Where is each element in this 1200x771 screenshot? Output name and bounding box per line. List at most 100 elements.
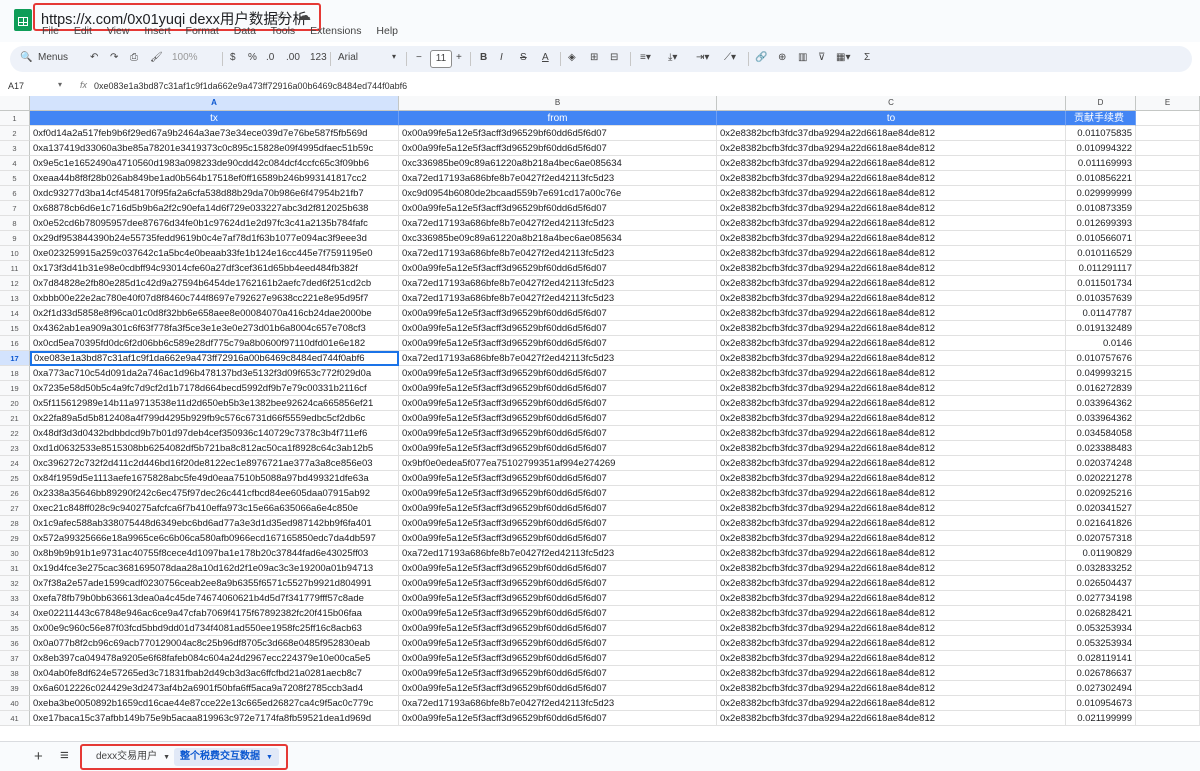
cell[interactable]: 0x2e8382bcfb3fdc37dba9294a22d6618ae84de8…: [717, 651, 1066, 666]
cell[interactable]: 0xa72ed17193a686bfe8b7e0427f2ed42113fc5d…: [399, 546, 717, 561]
cell[interactable]: 0x2e8382bcfb3fdc37dba9294a22d6618ae84de8…: [717, 621, 1066, 636]
cell[interactable]: 0x5f115612989e14b11a9713538e11d2d650eb5b…: [30, 396, 399, 411]
cell[interactable]: 0x00a99fe5a12e5f3acff3d96529bf60dd6d5f6d…: [399, 636, 717, 651]
cell[interactable]: [1136, 576, 1200, 591]
cell[interactable]: 0xbbb00e22e2ac780e40f07d8f8460c744f8697e…: [30, 291, 399, 306]
cell[interactable]: 0x2e8382bcfb3fdc37dba9294a22d6618ae84de8…: [717, 561, 1066, 576]
font-size-input[interactable]: 11: [430, 50, 452, 68]
header-cell[interactable]: tx: [30, 111, 399, 126]
row-header[interactable]: 39: [0, 681, 30, 696]
cell[interactable]: 0xa72ed17193a686bfe8b7e0427f2ed42113fc5d…: [399, 246, 717, 261]
cell[interactable]: 0x2e8382bcfb3fdc37dba9294a22d6618ae84de8…: [717, 636, 1066, 651]
column-header-b[interactable]: B: [399, 96, 717, 110]
cell[interactable]: 0x9e5c1e1652490a4710560d1983a098233de90c…: [30, 156, 399, 171]
row-header[interactable]: 28: [0, 516, 30, 531]
cell[interactable]: 0.010566071: [1066, 231, 1136, 246]
cell[interactable]: 0x19d4fce3e275cac3681695078daa28a10d162d…: [30, 561, 399, 576]
cell[interactable]: [1136, 171, 1200, 186]
spreadsheet-grid[interactable]: 1 tx from to 贡献手续费 2 0xf0d14a2a517feb9b6f29ed6…: [0, 111, 1200, 737]
row-header[interactable]: 27: [0, 501, 30, 516]
formula-input[interactable]: 0xe083e1a3bd87c31af1c9f1da662e9a473ff729…: [94, 81, 407, 91]
cell[interactable]: 0x9bf0e0edea5f077ea75102799351af994e2742…: [399, 456, 717, 471]
menu-view[interactable]: View: [107, 25, 130, 37]
cell[interactable]: 0.026504437: [1066, 576, 1136, 591]
cell[interactable]: 0x2e8382bcfb3fdc37dba9294a22d6618ae84de8…: [717, 396, 1066, 411]
cell[interactable]: 0xa72ed17193a686bfe8b7e0427f2ed42113fc5d…: [399, 216, 717, 231]
cell[interactable]: 0x2e8382bcfb3fdc37dba9294a22d6618ae84de8…: [717, 501, 1066, 516]
menu-file[interactable]: File: [42, 25, 59, 37]
undo-icon[interactable]: ↶: [90, 52, 98, 63]
star-icon[interactable]: ☆: [275, 8, 288, 25]
cell[interactable]: 0.026786637: [1066, 666, 1136, 681]
cell[interactable]: 0xf0d14a2a517feb9b6f29ed67a9b2464a3ae73e…: [30, 126, 399, 141]
row-header[interactable]: 17: [0, 351, 30, 366]
italic-icon[interactable]: I: [500, 52, 503, 63]
row-header[interactable]: 15: [0, 321, 30, 336]
redo-icon[interactable]: ↷: [110, 52, 118, 63]
cell[interactable]: [1136, 546, 1200, 561]
cell[interactable]: 0.020221278: [1066, 471, 1136, 486]
row-header[interactable]: 10: [0, 246, 30, 261]
cell[interactable]: 0.049993215: [1066, 366, 1136, 381]
cell[interactable]: 0x2e8382bcfb3fdc37dba9294a22d6618ae84de8…: [717, 261, 1066, 276]
cell[interactable]: 0.033964362: [1066, 411, 1136, 426]
cell[interactable]: [1136, 336, 1200, 351]
cell[interactable]: 0x04ab0fe8df624e57265ed3c71831fbab2d49cb…: [30, 666, 399, 681]
cell[interactable]: 0xefa78fb79b0bb636613dea0a4c45de74674060…: [30, 591, 399, 606]
cell[interactable]: 0.011075835: [1066, 126, 1136, 141]
sheet-tab-tax-interactions[interactable]: 整个税费交互数据 ▼: [174, 748, 279, 766]
name-box[interactable]: A17: [8, 81, 24, 91]
cell[interactable]: 0xdc93277d3ba14cf4548170f95fa2a6cfa538d8…: [30, 186, 399, 201]
add-sheet-icon[interactable]: +: [34, 748, 43, 765]
name-box-dropdown-icon[interactable]: ▾: [58, 80, 62, 89]
row-header[interactable]: 11: [0, 261, 30, 276]
cell[interactable]: 0x6a6012226c024429e3d2473af4b2a6901f50bf…: [30, 681, 399, 696]
cell[interactable]: 0x4362ab1ea909a301c6f63f778fa3f5ce3e1e3e…: [30, 321, 399, 336]
cell[interactable]: [1136, 561, 1200, 576]
cell[interactable]: 0.028119141: [1066, 651, 1136, 666]
cell[interactable]: 0x00a99fe5a12e5f3acff3d96529bf60dd6d5f6d…: [399, 621, 717, 636]
cell[interactable]: [1136, 441, 1200, 456]
decrease-decimal-button[interactable]: .0: [266, 52, 274, 63]
cell[interactable]: 0x2e8382bcfb3fdc37dba9294a22d6618ae84de8…: [717, 516, 1066, 531]
cell[interactable]: [1136, 306, 1200, 321]
cell[interactable]: 0x2e8382bcfb3fdc37dba9294a22d6618ae84de8…: [717, 216, 1066, 231]
text-rotation-icon[interactable]: ⟋▾: [724, 52, 736, 63]
cell[interactable]: 0x00a99fe5a12e5f3acff3d96529bf60dd6d5f6d…: [399, 711, 717, 726]
cell[interactable]: 0.020374248: [1066, 456, 1136, 471]
cell[interactable]: 0x29df953844390b24e55735fedd9619b0c4e7af…: [30, 231, 399, 246]
cell[interactable]: 0x2e8382bcfb3fdc37dba9294a22d6618ae84de8…: [717, 366, 1066, 381]
cell[interactable]: 0x00a99fe5a12e5f3acff3d96529bf60dd6d5f6d…: [399, 366, 717, 381]
cell[interactable]: 0.034584058: [1066, 426, 1136, 441]
cell[interactable]: 0x2338a35646bb89290f242c6ec475f97dec26c4…: [30, 486, 399, 501]
font-dropdown-icon[interactable]: ▾: [392, 52, 396, 61]
cell[interactable]: 0xc396272c732f2d411c2d446bd16f20de8122ec…: [30, 456, 399, 471]
borders-icon[interactable]: ⊞: [590, 52, 598, 63]
select-all-corner[interactable]: [0, 96, 30, 110]
cell[interactable]: 0x2e8382bcfb3fdc37dba9294a22d6618ae84de8…: [717, 531, 1066, 546]
cell[interactable]: 0x00a99fe5a12e5f3acff3d96529bf60dd6d5f6d…: [399, 141, 717, 156]
cell[interactable]: [1136, 126, 1200, 141]
menu-edit[interactable]: Edit: [74, 25, 92, 37]
cell[interactable]: 0x2f1d33d5858e8f96ca01c0d8f32bb6e658aee8…: [30, 306, 399, 321]
cell[interactable]: 0x22fa89a5d5b812408a4f799d4295b929fb9c57…: [30, 411, 399, 426]
cell[interactable]: 0x00a99fe5a12e5f3acff3d96529bf60dd6d5f6d…: [399, 411, 717, 426]
cell[interactable]: 0x2e8382bcfb3fdc37dba9294a22d6618ae84de8…: [717, 291, 1066, 306]
font-select[interactable]: Arial: [338, 52, 358, 63]
cell[interactable]: 0x00a99fe5a12e5f3acff3d96529bf60dd6d5f6d…: [399, 126, 717, 141]
bold-icon[interactable]: B: [480, 52, 487, 63]
cell[interactable]: [1136, 471, 1200, 486]
sheet-tab-dexx-users[interactable]: dexx交易用户 ▼: [90, 748, 176, 766]
header-cell[interactable]: 贡献手续费: [1066, 111, 1136, 126]
cell[interactable]: 0xa72ed17193a686bfe8b7e0427f2ed42113fc5d…: [399, 351, 717, 366]
cell[interactable]: 0.023388483: [1066, 441, 1136, 456]
cell[interactable]: 0x00a99fe5a12e5f3acff3d96529bf60dd6d5f6d…: [399, 651, 717, 666]
cell[interactable]: 0x00a99fe5a12e5f3acff3d96529bf60dd6d5f6d…: [399, 531, 717, 546]
cell[interactable]: 0x00e9c960c56e87f03fcd5bbd9dd01d734f4081…: [30, 621, 399, 636]
cell[interactable]: [1136, 456, 1200, 471]
menu-insert[interactable]: Insert: [144, 25, 170, 37]
fill-color-icon[interactable]: ◈: [568, 52, 576, 63]
search-menus-label[interactable]: Menus: [38, 52, 68, 63]
cell[interactable]: 0x2e8382bcfb3fdc37dba9294a22d6618ae84de8…: [717, 576, 1066, 591]
cell[interactable]: 0x173f3d41b31e98e0cdbff94c93014cfe60a27d…: [30, 261, 399, 276]
